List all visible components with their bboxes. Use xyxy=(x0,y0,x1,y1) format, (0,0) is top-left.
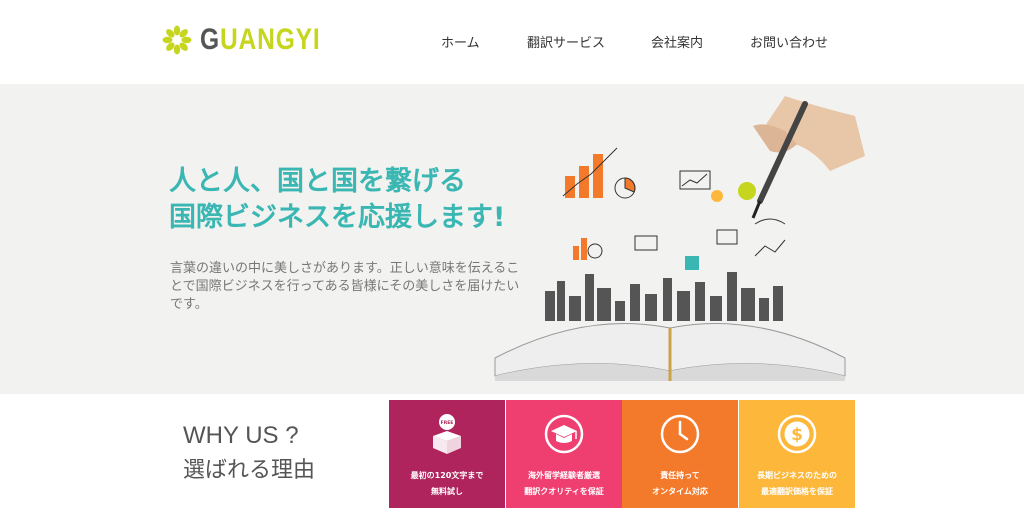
nav-company[interactable]: 会社案内 xyxy=(651,32,703,51)
card-line2: 翻訳クオリティを保証 xyxy=(524,487,604,496)
reason-card-free-trial[interactable]: FREE 最初の120文字まで 無料試し xyxy=(389,400,505,508)
svg-text:FREE: FREE xyxy=(441,420,454,426)
hand-with-pen-icon xyxy=(751,96,865,219)
site-header: GUANGYI ホーム 翻訳サービス 会社案内 お問い合わせ xyxy=(0,0,1024,84)
main-nav: ホーム 翻訳サービス 会社案内 お問い合わせ xyxy=(0,32,1024,52)
card-line1: 最初の120文字まで xyxy=(410,471,484,480)
graduation-cap-icon xyxy=(544,414,584,454)
nav-contact[interactable]: お問い合わせ xyxy=(750,32,828,51)
svg-text:$: $ xyxy=(791,425,803,445)
hero-description: 言葉の違いの中に美しさがあります。正しい意味を伝えることで国際ビジネスを行ってあ… xyxy=(170,261,520,312)
book-business-illustration xyxy=(494,96,865,381)
nav-translation-service[interactable]: 翻訳サービス xyxy=(527,32,605,51)
free-box-icon: FREE xyxy=(433,414,461,454)
card-line2: オンタイム対応 xyxy=(652,487,708,496)
card-line1: 責任持って xyxy=(660,471,700,480)
card-line2: 無料試し xyxy=(431,487,463,496)
clock-icon xyxy=(660,414,700,454)
card-line1: 海外留学経験者厳選 xyxy=(528,471,600,480)
nav-home[interactable]: ホーム xyxy=(441,32,480,51)
reason-card-on-time[interactable]: 責任持って オンタイム対応 xyxy=(622,400,738,508)
why-us-section: WHY US ? 選ばれる理由 FREE 最初の120文字まで 無料試し 海外留… xyxy=(0,400,1024,515)
hero-banner: 人と人、国と国を繋げる 国際ビジネスを応援します! 言葉の違いの中に美しさがあり… xyxy=(0,84,1024,394)
reason-card-quality[interactable]: 海外留学経験者厳選 翻訳クオリティを保証 xyxy=(506,400,622,508)
reason-card-price[interactable]: $ 長期ビジネスのための 最適翻訳価格を保証 xyxy=(739,400,855,508)
dollar-coin-icon: $ xyxy=(777,414,817,454)
open-book-icon xyxy=(494,323,846,381)
why-us-title-en: WHY US ? xyxy=(183,422,299,449)
card-line2: 最適翻訳価格を保証 xyxy=(761,487,833,496)
why-us-title-jp: 選ばれる理由 xyxy=(183,458,316,483)
card-line1: 長期ビジネスのための xyxy=(757,471,837,480)
